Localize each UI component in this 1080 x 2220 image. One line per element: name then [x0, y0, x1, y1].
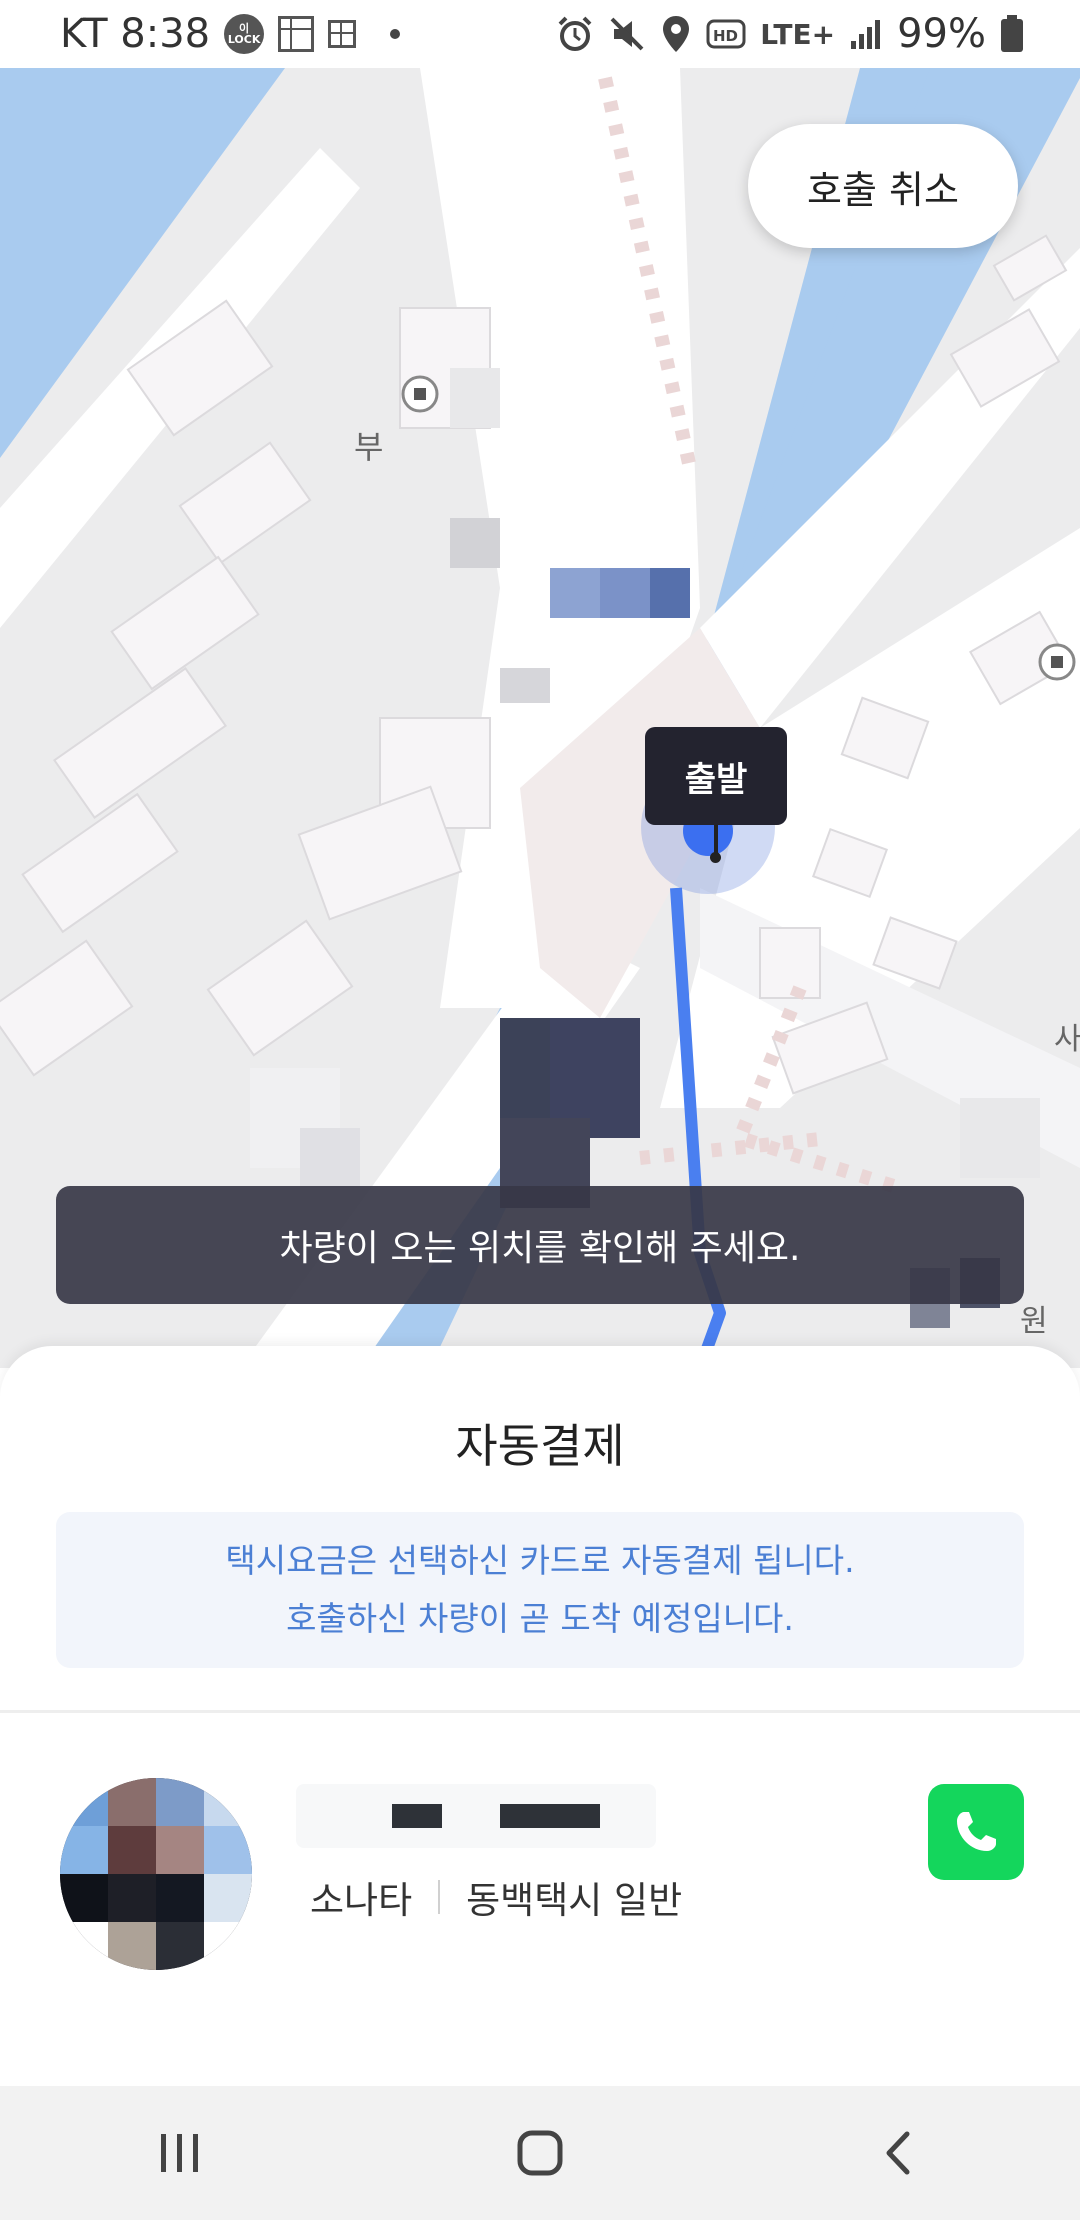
call-driver-button[interactable] — [928, 1784, 1024, 1880]
cancel-call-button[interactable]: 호출 취소 — [748, 124, 1018, 248]
hd-voice-icon: HD — [706, 19, 746, 49]
map-label-east-1: 사 — [1054, 1022, 1080, 1057]
driver-avatar — [60, 1778, 252, 1970]
home-icon — [517, 2130, 563, 2176]
grid-app-icon — [278, 16, 315, 52]
lock-app-icon: 이LOCK — [224, 14, 265, 54]
mute-icon — [610, 17, 644, 51]
phone-icon — [957, 1812, 996, 1851]
taxi-company-type: 동백택시 일반 — [466, 1879, 683, 1922]
departure-pin-base — [710, 852, 721, 863]
home-button[interactable] — [470, 2103, 610, 2203]
carrier-time: KT 8:38 — [60, 11, 211, 57]
battery-icon — [1001, 15, 1023, 52]
divider — [0, 1710, 1080, 1713]
vehicle-info-separator — [438, 1880, 441, 1914]
auto-payment-info: 택시요금은 선택하신 카드로 자동결제 됩니다. 호출하신 차량이 곧 도착 예… — [56, 1512, 1024, 1668]
battery-percent: 99% — [897, 11, 986, 57]
map-view[interactable]: 부 사 원 — [0, 68, 1080, 1368]
signal-icon — [851, 20, 881, 49]
table-app-icon — [328, 20, 357, 48]
info-line-2: 호출하신 차량이 곧 도착 예정입니다. — [286, 1599, 794, 1638]
status-bar: KT 8:38 이LOCK HD LTE+ 99% — [0, 0, 1080, 68]
recent-apps-icon — [161, 2134, 198, 2172]
status-left: KT 8:38 이LOCK — [60, 11, 401, 57]
driver-name-masked — [296, 1784, 656, 1848]
vehicle-info: 소나타 동백택시 일반 — [310, 1870, 682, 1924]
bottom-sheet: 자동결제 택시요금은 선택하신 카드로 자동결제 됩니다. 호출하신 차량이 곧… — [0, 1346, 1080, 2086]
back-button[interactable] — [830, 2103, 970, 2203]
location-icon — [663, 16, 690, 52]
alarm-icon — [558, 16, 592, 51]
network-type: LTE+ — [760, 17, 836, 51]
info-line-1: 택시요금은 선택하신 카드로 자동결제 됩니다. — [225, 1541, 855, 1580]
departure-marker[interactable]: 출발 — [645, 727, 787, 825]
map-label-east-2: 원 — [1020, 1304, 1048, 1339]
status-right: HD LTE+ 99% — [556, 11, 1024, 57]
arrival-notice-toast: 차량이 오는 위치를 확인해 주세요. — [56, 1186, 1024, 1304]
more-notifications-icon — [390, 29, 401, 39]
system-navigation-bar — [0, 2086, 1080, 2220]
back-icon — [886, 2131, 910, 2175]
map-label-bu: 부 — [354, 428, 384, 466]
svg-text:HD: HD — [713, 27, 738, 45]
recent-apps-button[interactable] — [110, 2103, 250, 2203]
sheet-title: 자동결제 — [455, 1419, 625, 1473]
map-background — [0, 68, 1080, 1368]
vehicle-model: 소나타 — [310, 1879, 413, 1922]
